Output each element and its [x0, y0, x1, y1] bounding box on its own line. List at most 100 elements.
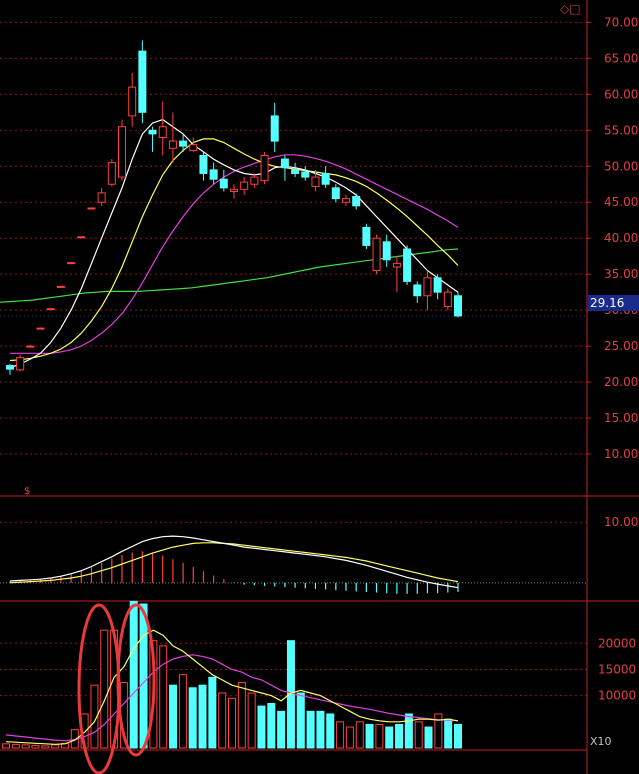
volume-bar [277, 710, 286, 749]
candle-body [179, 140, 188, 147]
volume-bar [414, 721, 423, 749]
price-tick-label: 55.00 [604, 123, 638, 137]
candle-body [77, 236, 86, 239]
ma10-line [9, 138, 459, 362]
macd-panel [0, 535, 587, 594]
ma5-line [9, 118, 459, 369]
candle-body [403, 248, 412, 282]
candle-body [6, 365, 14, 370]
candle-body [321, 172, 330, 185]
volume-bar [326, 713, 335, 749]
volume-bar [375, 723, 384, 749]
volume-bar [178, 674, 187, 749]
candle-body [219, 178, 228, 189]
macd-tick-label: 10.00 [604, 515, 638, 529]
candle-body [433, 277, 442, 293]
volume-bar [267, 702, 276, 749]
volume-bar [198, 684, 207, 749]
candle-body [128, 86, 137, 117]
price-tick-label: 40.00 [604, 231, 638, 245]
candle-body [87, 207, 96, 210]
candle-body [36, 327, 45, 330]
volume-tick-label: 20000 [598, 636, 636, 650]
volume-bar [2, 743, 10, 749]
last-price-tag: 29.16 [588, 295, 639, 311]
volume-bar [336, 721, 345, 749]
candle-body [26, 345, 35, 348]
candle-body [209, 169, 218, 180]
macd-dea-line [9, 542, 459, 584]
candle-body [362, 226, 371, 246]
price-tick-label: 35.00 [604, 267, 638, 281]
volume-bar [11, 743, 20, 749]
volume-bar [100, 629, 109, 749]
volume-bar [218, 692, 227, 749]
grid-lines [0, 21, 591, 697]
candle-body [301, 171, 310, 178]
dollar-marker: $ [24, 486, 30, 497]
volume-bar [228, 697, 236, 749]
volume-bar [188, 687, 197, 749]
volume-bar [159, 645, 168, 749]
volume-panel [2, 600, 462, 749]
candle-body [250, 176, 259, 185]
candle-body [67, 262, 76, 265]
candle-body [443, 291, 452, 308]
volume-bar [444, 718, 453, 749]
volume-tick-label: 10000 [598, 689, 636, 703]
panel-borders [0, 0, 639, 774]
candle-body [16, 357, 25, 371]
candle-body [107, 162, 116, 185]
candle-body [230, 188, 238, 192]
volume-bar [51, 744, 60, 749]
candle-body [280, 158, 289, 169]
candle-body [148, 129, 157, 135]
volume-bar [306, 710, 315, 749]
candle-body [260, 154, 269, 182]
candle-body [423, 277, 432, 297]
candle-body [118, 126, 126, 178]
price-tick-label: 50.00 [604, 159, 638, 173]
candle-body [352, 195, 361, 207]
volume-bar [345, 726, 354, 749]
price-tick-label: 65.00 [604, 51, 638, 65]
volume-bar [31, 744, 40, 749]
candle-body [392, 262, 401, 268]
volume-bar [237, 682, 246, 749]
candle-body [97, 192, 106, 203]
volume-bar [454, 723, 462, 749]
candle-body [189, 144, 198, 151]
candle-body [158, 126, 167, 138]
stock-chart: 70.00 65.00 60.00 55.00 50.00 45.00 40.00 35.00… [0, 0, 639, 774]
candle-body [331, 187, 340, 200]
moving-average-lines [0, 118, 587, 369]
candle-body [46, 308, 55, 311]
volume-bar [385, 726, 394, 749]
volume-bar [296, 692, 305, 749]
candle-body [270, 115, 279, 142]
candle-body [199, 154, 208, 174]
candle-body [56, 285, 65, 288]
candlesticks [6, 40, 462, 375]
volume-bar [395, 723, 404, 749]
volume-bar [424, 726, 433, 749]
candle-body [240, 181, 249, 190]
price-tick-label: 45.00 [604, 195, 638, 209]
price-tick-label: 60.00 [604, 87, 638, 101]
volume-bar [404, 713, 413, 749]
price-tick-label: 70.00 [604, 15, 638, 29]
price-tick-label: 25.00 [604, 339, 638, 353]
price-tick-label: 15.00 [604, 411, 638, 425]
volume-tick-label: 15000 [598, 662, 636, 676]
volume-bar [247, 692, 256, 749]
candle-body [168, 140, 177, 149]
candle-body [382, 241, 391, 261]
volume-bar [21, 744, 30, 749]
candle-body [372, 237, 381, 272]
candle-body [138, 50, 147, 113]
volume-bar [257, 705, 266, 749]
volume-bar [169, 684, 178, 749]
candle-body [311, 176, 320, 187]
candle-body [454, 295, 462, 317]
volume-bar [129, 600, 138, 749]
